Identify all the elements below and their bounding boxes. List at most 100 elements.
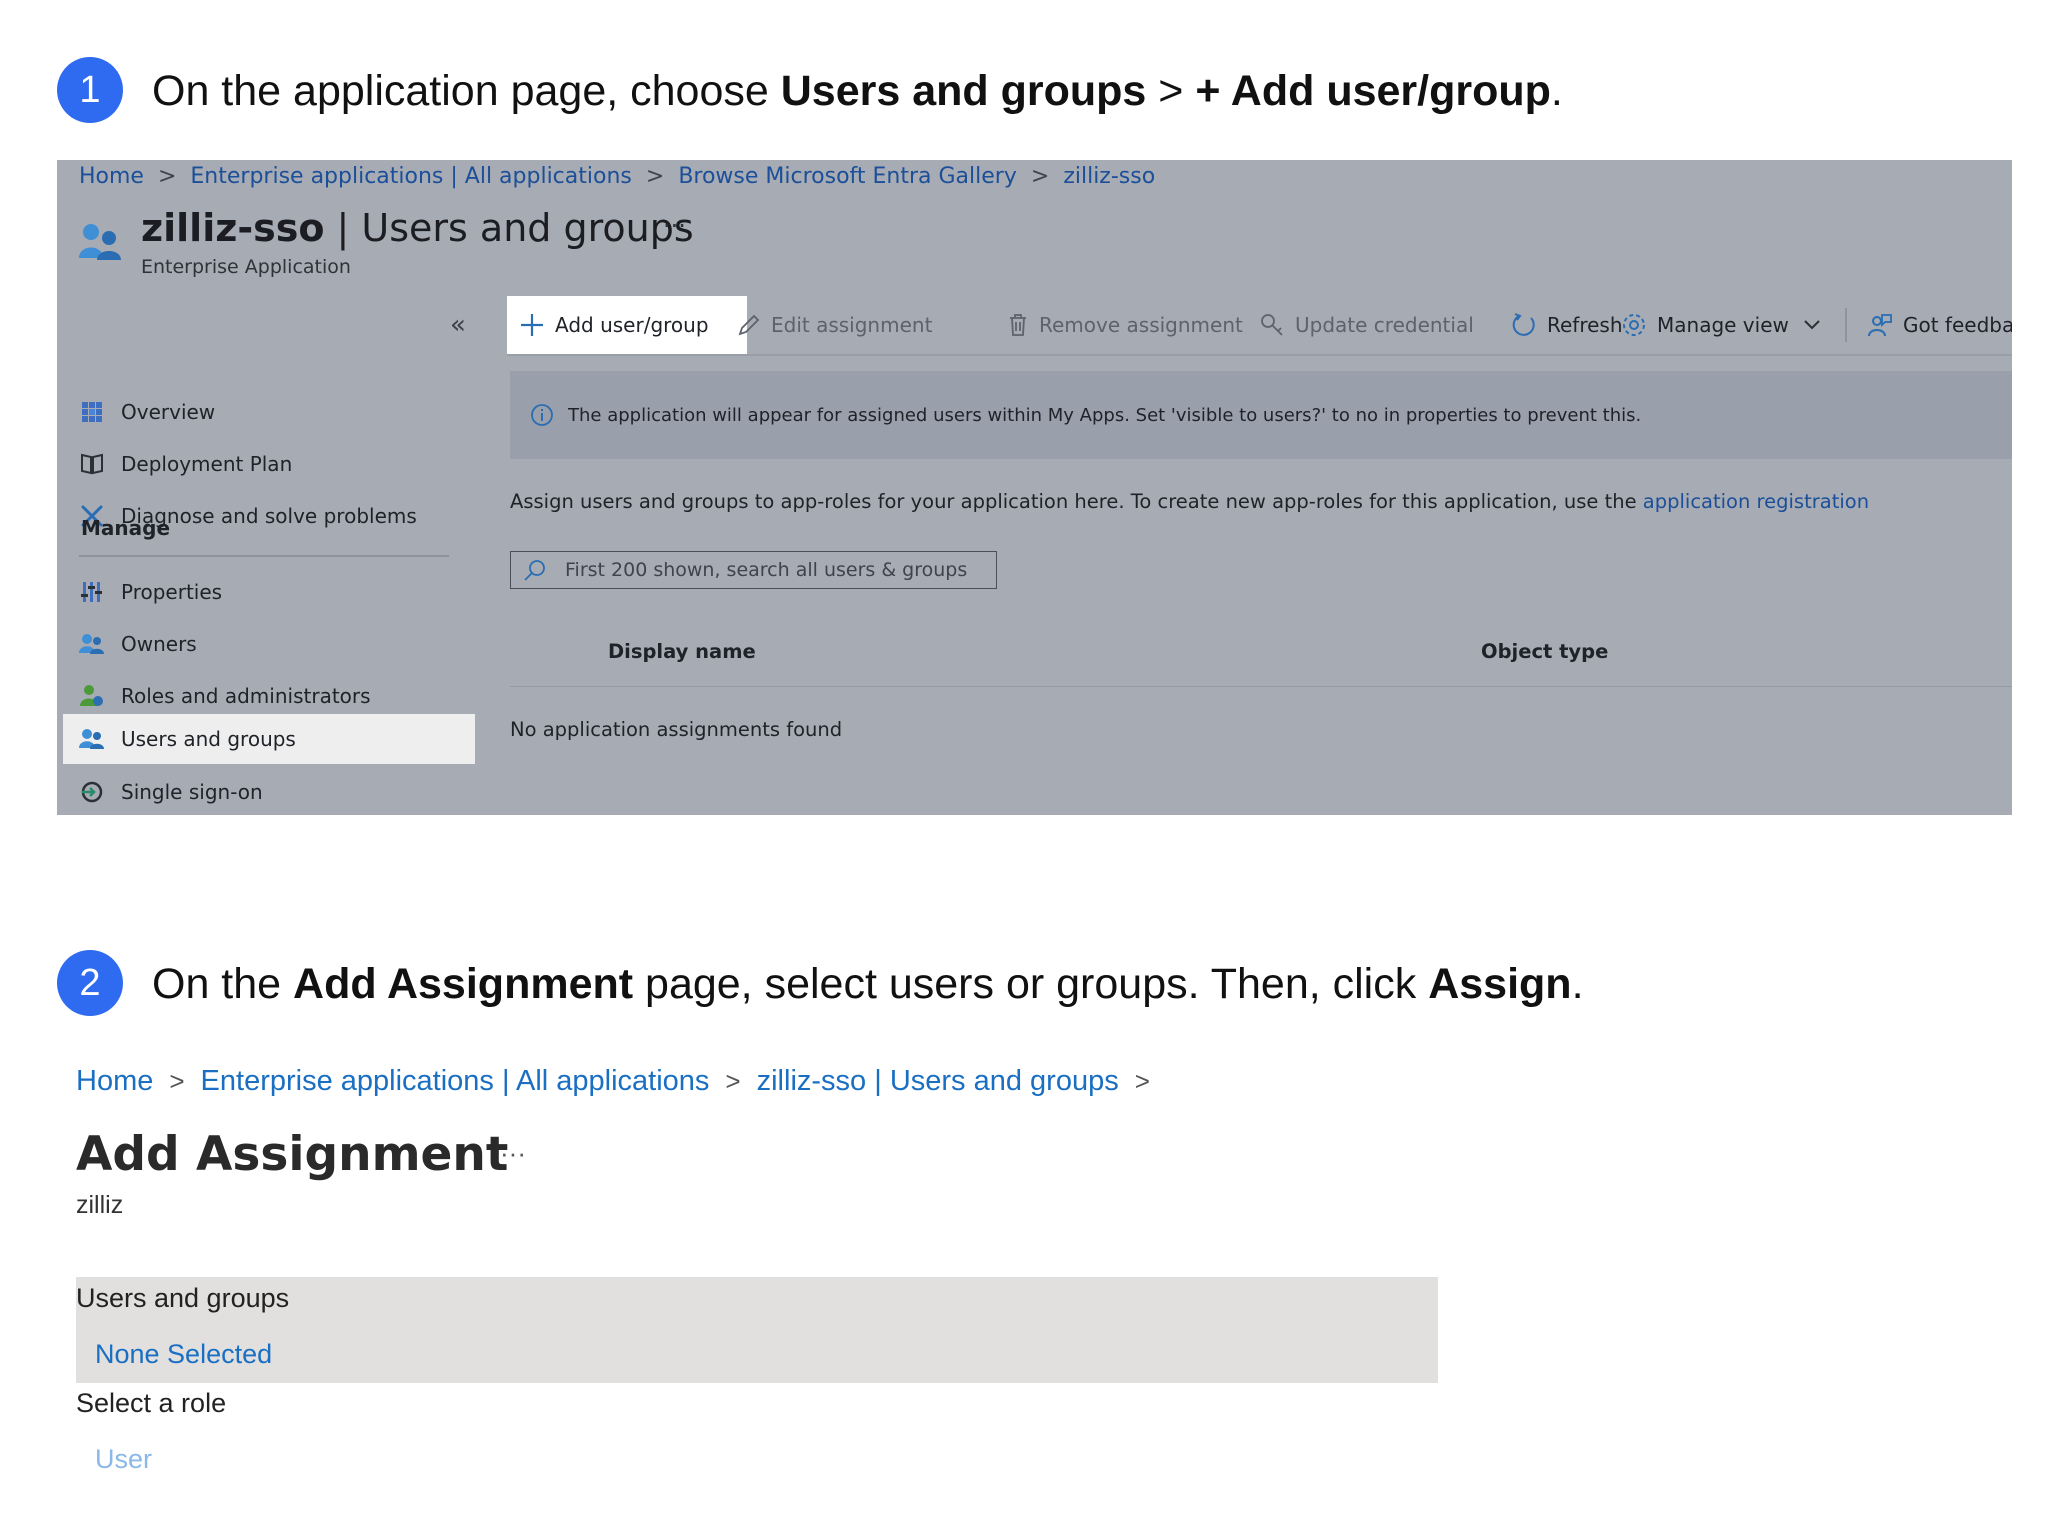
toolbar-border: [507, 354, 2012, 356]
add-assignment-subtitle: zilliz: [76, 1191, 124, 1219]
step-2-bold-a: Add Assignment: [293, 960, 634, 1008]
page-subtitle: Enterprise Application: [141, 256, 351, 278]
remove-assignment-button[interactable]: Remove assignment: [1007, 296, 1243, 354]
plus-icon: [519, 312, 545, 338]
info-banner-text: The application will appear for assigned…: [568, 404, 1642, 426]
breadcrumb-home[interactable]: Home: [76, 1065, 153, 1097]
sidebar-divider: [79, 555, 449, 557]
breadcrumb-enterprise-apps[interactable]: Enterprise applications | All applicatio…: [190, 164, 631, 189]
add-user-group-button[interactable]: Add user/group: [507, 296, 747, 354]
step-2-text-a: On the: [152, 960, 294, 1008]
users-group-icon: [79, 224, 121, 260]
edit-assignment-button[interactable]: Edit assignment: [737, 296, 932, 354]
column-header-display-name[interactable]: Display name: [608, 640, 756, 663]
users-and-groups-label: Users and groups: [76, 1283, 290, 1313]
manage-view-button[interactable]: Manage view: [1621, 296, 1831, 354]
pencil-icon: [737, 313, 761, 337]
sidebar-item-label: Users and groups: [121, 727, 296, 751]
role-user-link[interactable]: User: [95, 1444, 152, 1475]
step-1-badge: 1: [57, 57, 123, 123]
none-selected-link[interactable]: None Selected: [95, 1339, 272, 1370]
command-bar: Add user/group Edit assignment Remove as…: [507, 296, 2012, 354]
info-banner: The application will appear for assigned…: [510, 371, 2012, 459]
refresh-icon: [1511, 312, 1537, 338]
application-registration-link[interactable]: application registration: [1643, 490, 1869, 513]
owners-icon: [79, 631, 105, 657]
step-1-text-b: >: [1146, 67, 1196, 115]
step-1-text-c: .: [1550, 67, 1563, 115]
more-options-icon[interactable]: ···: [500, 1138, 526, 1169]
users-group-icon: [79, 726, 105, 752]
key-icon: [1259, 312, 1285, 338]
sidebar-item-roles[interactable]: Roles and administrators: [79, 674, 371, 718]
empty-table-message: No application assignments found: [510, 718, 843, 741]
breadcrumb-home[interactable]: Home: [79, 164, 144, 189]
step-2-bold-b: Assign: [1428, 960, 1572, 1008]
sidebar-item-users-and-groups[interactable]: Users and groups: [63, 714, 475, 764]
search-input[interactable]: First 200 shown, search all users & grou…: [510, 551, 997, 589]
sidebar-item-label: Properties: [121, 580, 223, 604]
assign-description-text: Assign users and groups to app-roles for…: [510, 490, 1643, 513]
chevron-right-icon: >: [1030, 164, 1050, 189]
search-icon: [523, 558, 547, 582]
chevron-down-icon: [1803, 319, 1821, 331]
page-title-app: zilliz-sso: [141, 206, 325, 250]
sidebar-item-label: Single sign-on: [121, 780, 263, 804]
breadcrumb-app-users-groups[interactable]: zilliz-sso | Users and groups: [757, 1065, 1119, 1097]
assign-description: Assign users and groups to app-roles for…: [510, 490, 1869, 513]
breadcrumb-app[interactable]: zilliz-sso: [1063, 164, 1155, 189]
manage-view-label: Manage view: [1657, 313, 1789, 337]
feedback-button[interactable]: Got feedback?: [1867, 296, 2012, 354]
sso-icon: [79, 779, 105, 805]
gear-icon: [1621, 312, 1647, 338]
book-icon: [79, 451, 105, 477]
grid-icon: [79, 399, 105, 425]
trash-icon: [1007, 313, 1029, 337]
page-title-section: | Users and groups: [324, 206, 694, 250]
more-options-icon[interactable]: ···: [663, 212, 686, 240]
toolbar-divider: [1845, 308, 1847, 342]
step-1-text-a: On the application page, choose: [152, 67, 781, 115]
sidebar-heading-manage: Manage: [81, 516, 171, 540]
breadcrumb: Home > Enterprise applications | All appli…: [79, 164, 1155, 189]
add-assignment-title: Add Assignment: [76, 1127, 509, 1182]
roles-icon: [79, 683, 105, 709]
sidebar-item-single-sign-on[interactable]: Single sign-on: [79, 770, 263, 814]
info-icon: [530, 403, 554, 427]
breadcrumb-2: Home > Enterprise applications | All appli…: [76, 1065, 1166, 1098]
step-2-badge: 2: [57, 950, 123, 1016]
feedback-icon: [1867, 312, 1893, 338]
add-user-group-label: Add user/group: [555, 313, 709, 337]
step-2-text-b: page, select users or groups. Then, clic…: [633, 960, 1429, 1008]
column-header-object-type[interactable]: Object type: [1481, 640, 1608, 663]
sidebar-item-overview[interactable]: Overview: [79, 390, 215, 434]
step-1-bold-b: + Add user/group: [1195, 67, 1551, 115]
table-header-divider: [510, 686, 2012, 687]
sidebar-item-label: Owners: [121, 632, 197, 656]
sidebar-item-owners[interactable]: Owners: [79, 622, 197, 666]
chevron-right-icon: >: [1134, 1066, 1150, 1096]
remove-assignment-label: Remove assignment: [1039, 313, 1243, 337]
sidebar-item-label: Overview: [121, 400, 216, 424]
breadcrumb-enterprise-apps[interactable]: Enterprise applications | All applicatio…: [201, 1065, 710, 1097]
step-2-instruction: On the Add Assignment page, select users…: [152, 963, 1584, 1006]
sidebar-item-deployment-plan[interactable]: Deployment Plan: [79, 442, 292, 486]
feedback-label: Got feedback?: [1903, 313, 2012, 337]
update-credential-button[interactable]: Update credential: [1259, 296, 1474, 354]
search-placeholder: First 200 shown, search all users & grou…: [565, 559, 968, 581]
chevron-right-icon: >: [645, 164, 665, 189]
sidebar-item-label: Deployment Plan: [121, 452, 293, 476]
refresh-button[interactable]: Refresh: [1511, 296, 1623, 354]
page-title: zilliz-sso | Users and groups: [141, 206, 694, 250]
users-and-groups-selector[interactable]: Users and groups None Selected: [76, 1277, 1438, 1383]
chevron-right-icon: >: [725, 1066, 741, 1096]
chevron-right-icon: >: [169, 1066, 185, 1096]
properties-icon: [79, 579, 105, 605]
sidebar-item-label: Roles and administrators: [121, 684, 371, 708]
select-role-label: Select a role: [76, 1388, 227, 1418]
step-1-bold-a: Users and groups: [780, 67, 1147, 115]
sidebar-item-properties[interactable]: Properties: [79, 570, 222, 614]
breadcrumb-gallery[interactable]: Browse Microsoft Entra Gallery: [678, 164, 1017, 189]
collapse-sidebar-icon[interactable]: «: [450, 310, 466, 340]
update-credential-label: Update credential: [1295, 313, 1474, 337]
